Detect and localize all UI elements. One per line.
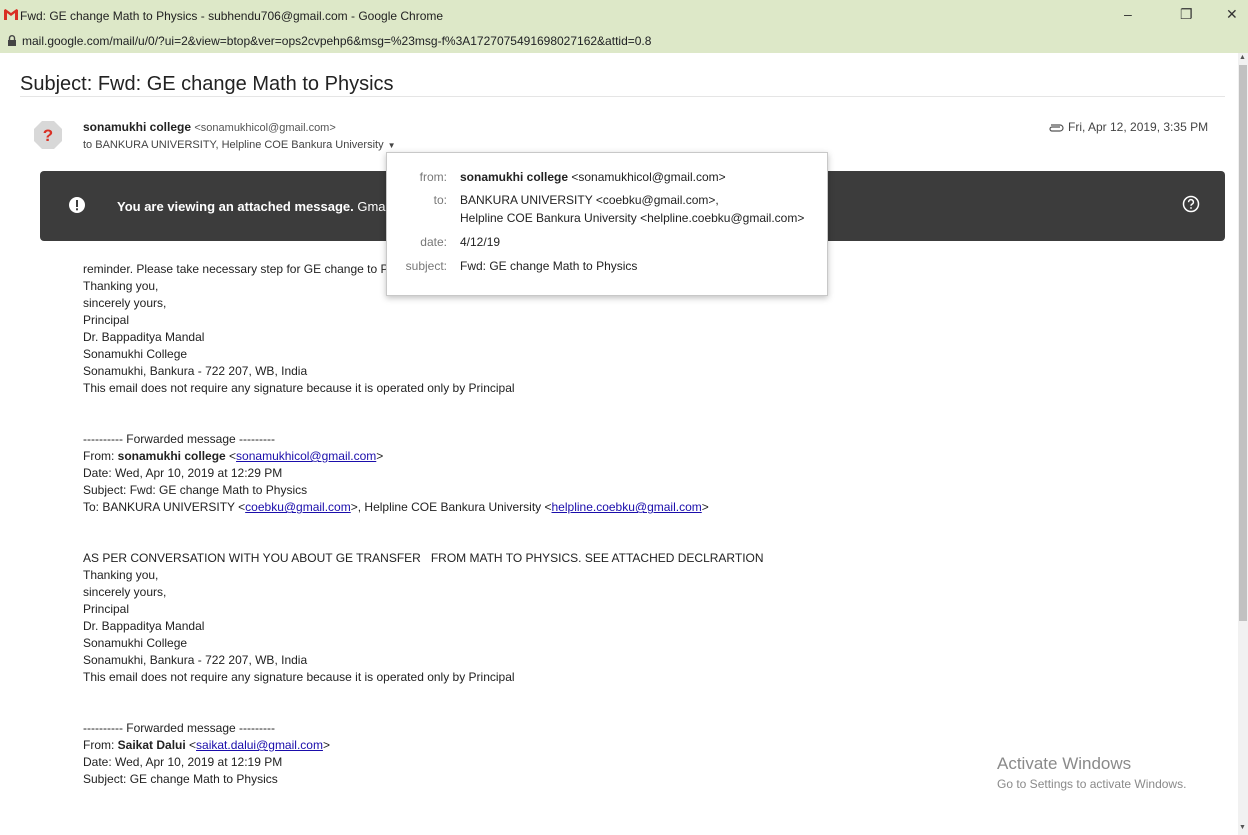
- sender-name: sonamukhi college: [83, 120, 192, 134]
- body-line: Thanking you,: [83, 568, 159, 582]
- popup-subject-value: Fwd: GE change Math to Physics: [460, 259, 638, 273]
- body-line: AS PER CONVERSATION WITH YOU ABOUT GE TR…: [83, 551, 764, 565]
- activate-windows-watermark: Activate Windows Go to Settings to activ…: [997, 754, 1186, 791]
- popup-from-email: <sonamukhicol@gmail.com>: [571, 170, 726, 184]
- forward-from-name: sonamukhi college: [117, 449, 226, 463]
- popup-date-value: 4/12/19: [460, 235, 501, 249]
- popup-date-label: date:: [420, 235, 447, 249]
- vertical-scrollbar[interactable]: ▲ ▼: [1238, 53, 1248, 835]
- recipients-line[interactable]: to BANKURA UNIVERSITY, Helpline COE Bank…: [83, 139, 396, 151]
- popup-from-name: sonamukhi college: [460, 170, 569, 184]
- email-link[interactable]: helpline.coebku@gmail.com: [552, 500, 702, 514]
- body-line: This email does not require any signatur…: [83, 670, 515, 684]
- forward-from-name: Saikat Dalui: [117, 738, 186, 752]
- email-subject: Subject: Fwd: GE change Math to Physics: [20, 73, 394, 95]
- window-titlebar: Fwd: GE change Math to Physics - subhend…: [0, 0, 1248, 32]
- paperclip-icon: [1049, 124, 1064, 132]
- message-details-popup: from: sonamukhi college <sonamukhicol@gm…: [386, 152, 828, 296]
- recipients-text: to BANKURA UNIVERSITY, Helpline COE Bank…: [83, 139, 384, 151]
- help-circle-icon[interactable]: [1182, 195, 1200, 213]
- popup-from-label: from:: [419, 170, 447, 184]
- forward-from: From: Saikat Dalui <saikat.dalui@gmail.c…: [83, 738, 330, 752]
- forward-to: To: BANKURA UNIVERSITY <coebku@gmail.com…: [83, 500, 709, 514]
- popup-to-line2: Helpline COE Bankura University <helplin…: [460, 211, 805, 225]
- sender-email: <sonamukhicol@gmail.com>: [194, 122, 336, 134]
- sender-line: sonamukhi college <sonamukhicol@gmail.co…: [83, 120, 336, 134]
- popup-to-line1: BANKURA UNIVERSITY <coebku@gmail.com>,: [460, 193, 719, 207]
- scrollbar-thumb[interactable]: [1239, 65, 1247, 621]
- body-line: Dr. Bappaditya Mandal: [83, 330, 205, 344]
- address-bar[interactable]: mail.google.com/mail/u/0/?ui=2&view=btop…: [0, 32, 1248, 52]
- details-dropdown-icon[interactable]: ▼: [388, 141, 396, 150]
- body-line: Principal: [83, 602, 130, 616]
- close-button[interactable]: ✕: [1226, 6, 1238, 23]
- watermark-title: Activate Windows: [997, 754, 1132, 773]
- body-line: Sonamukhi College: [83, 636, 188, 650]
- message-body: reminder. Please take necessary step for…: [83, 261, 764, 788]
- forward-subject: Subject: Fwd: GE change Math to Physics: [83, 483, 308, 497]
- forward-date: Date: Wed, Apr 10, 2019 at 12:29 PM: [83, 466, 283, 480]
- email-view: Subject: Fwd: GE change Math to Physics …: [0, 53, 1238, 835]
- email-link[interactable]: coebku@gmail.com: [245, 500, 351, 514]
- body-line: Sonamukhi College: [83, 347, 188, 361]
- email-link[interactable]: saikat.dalui@gmail.com: [196, 738, 323, 752]
- body-line: sincerely yours,: [83, 296, 167, 310]
- watermark-subtitle: Go to Settings to activate Windows.: [997, 777, 1187, 791]
- email-date: Fri, Apr 12, 2019, 3:35 PM: [1048, 120, 1208, 134]
- email-link[interactable]: sonamukhicol@gmail.com: [236, 449, 376, 463]
- date-text: Fri, Apr 12, 2019, 3:35 PM: [1068, 120, 1209, 134]
- svg-text:?: ?: [43, 126, 53, 145]
- banner-bold-text: You are viewing an attached message.: [117, 199, 354, 214]
- body-line: Dr. Bappaditya Mandal: [83, 619, 205, 633]
- forward-subject: Subject: GE change Math to Physics: [83, 772, 278, 786]
- exclamation-icon: [69, 197, 85, 213]
- url-text[interactable]: mail.google.com/mail/u/0/?ui=2&view=btop…: [22, 34, 651, 48]
- body-line: Sonamukhi, Bankura - 722 207, WB, India: [83, 364, 308, 378]
- popup-to-label: to:: [433, 193, 447, 207]
- question-avatar-icon: ?: [34, 121, 62, 149]
- forward-date: Date: Wed, Apr 10, 2019 at 12:19 PM: [83, 755, 283, 769]
- restore-button[interactable]: ❐: [1180, 6, 1193, 23]
- body-line: Sonamukhi, Bankura - 722 207, WB, India: [83, 653, 308, 667]
- scroll-down-arrow-icon[interactable]: ▼: [1239, 824, 1246, 831]
- banner-text: You are viewing an attached message. Gma…: [117, 199, 401, 214]
- forward-from: From: sonamukhi college <sonamukhicol@gm…: [83, 449, 384, 463]
- forward-header: ---------- Forwarded message ---------: [83, 432, 275, 446]
- popup-subject-label: subject:: [405, 259, 447, 273]
- body-line: sincerely yours,: [83, 585, 167, 599]
- scroll-up-arrow-icon[interactable]: ▲: [1239, 54, 1246, 61]
- body-line: This email does not require any signatur…: [83, 381, 515, 395]
- minimize-button[interactable]: –: [1124, 6, 1132, 22]
- subject-divider: [20, 96, 1225, 97]
- forward-header: ---------- Forwarded message ---------: [83, 721, 275, 735]
- gmail-icon: [4, 9, 18, 20]
- window-title: Fwd: GE change Math to Physics - subhend…: [20, 9, 444, 23]
- lock-icon: [8, 35, 16, 46]
- body-line: Principal: [83, 313, 130, 327]
